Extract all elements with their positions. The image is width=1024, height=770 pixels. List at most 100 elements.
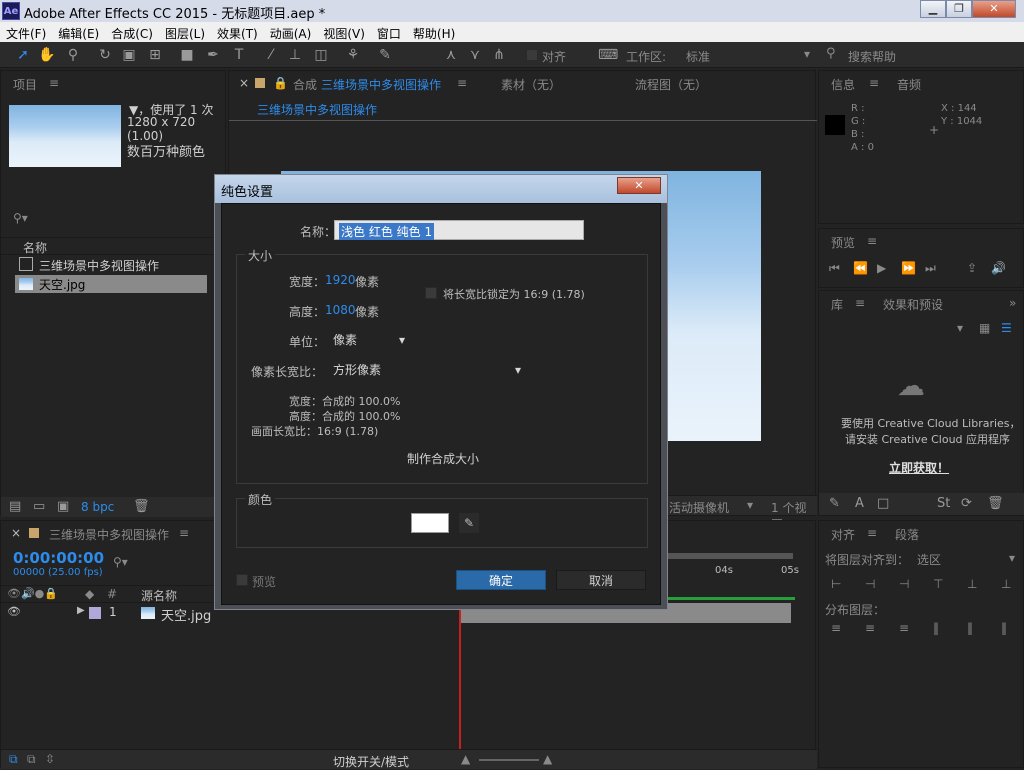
toggle-switches-modes[interactable]: 切换开关/模式 xyxy=(333,753,409,770)
zoom-slider[interactable] xyxy=(479,759,539,761)
project-search-icon[interactable]: ⚲▾ xyxy=(13,211,28,225)
effects-presets-tab[interactable]: 效果和预设 xyxy=(883,296,943,313)
zoom-in-icon[interactable]: ▲ xyxy=(543,752,552,766)
panel-menu-icon[interactable]: ≡ xyxy=(49,76,59,90)
menu-help[interactable]: 帮助(H) xyxy=(413,22,455,42)
menu-animation[interactable]: 动画(A) xyxy=(270,22,312,42)
snap-checkbox[interactable] xyxy=(526,49,538,61)
current-timecode[interactable]: 0:00:00:00 xyxy=(13,549,104,567)
last-frame-icon[interactable]: ⏭ xyxy=(925,261,936,276)
menu-view[interactable]: 视图(V) xyxy=(323,22,365,42)
align-hcenter-icon[interactable]: ⊣ xyxy=(865,577,875,591)
list-view-icon[interactable]: ☰ xyxy=(1001,321,1012,335)
audio-icon[interactable]: 🔊 xyxy=(991,261,1006,275)
shape-tool-icon[interactable]: ■ xyxy=(178,46,196,64)
search-help-input[interactable]: 搜索帮助 xyxy=(848,48,896,65)
lock-aspect-checkbox[interactable] xyxy=(425,287,437,299)
dist-right-icon[interactable]: ‖ xyxy=(1001,621,1007,635)
width-value[interactable]: 1920 xyxy=(325,273,356,287)
comp-tab-name[interactable]: 三维场景中多视图操作 xyxy=(321,76,441,93)
first-frame-icon[interactable]: ⏮ xyxy=(829,261,840,276)
loop-icon[interactable]: ⇪ xyxy=(967,261,977,275)
layer-color-label[interactable] xyxy=(89,607,101,619)
align-top-icon[interactable]: ⊤ xyxy=(933,577,943,591)
panel-overflow-icon[interactable]: » xyxy=(1009,296,1016,310)
roto-brush-tool-icon[interactable]: ⚘ xyxy=(344,46,362,64)
name-input[interactable]: 浅色 红色 纯色 1 xyxy=(334,220,584,240)
dialog-close-button[interactable]: ✕ xyxy=(617,177,661,194)
library-brush-icon[interactable]: ✎ xyxy=(829,496,840,511)
visibility-eye-icon[interactable]: 👁 xyxy=(7,605,21,618)
close-tab-icon[interactable]: × xyxy=(239,76,249,90)
preview-checkbox[interactable] xyxy=(236,574,248,586)
transfer-controls-icon[interactable]: ⇳ xyxy=(45,752,55,766)
align-right-icon[interactable]: ⊣ xyxy=(899,577,909,591)
footage-tab[interactable]: 素材（无） xyxy=(501,76,561,93)
dist-top-icon[interactable]: ≡ xyxy=(831,621,841,635)
align-to-dropdown[interactable]: 选区 xyxy=(917,551,941,568)
menu-effect[interactable]: 效果(T) xyxy=(217,22,258,42)
zoom-tool-icon[interactable]: ⚲ xyxy=(64,46,82,64)
clone-stamp-tool-icon[interactable]: ⊥ xyxy=(286,46,304,64)
active-camera-dropdown[interactable]: 活动摄像机 xyxy=(669,499,729,516)
make-comp-size-button[interactable]: 制作合成大小 xyxy=(397,449,489,471)
library-text-icon[interactable]: A xyxy=(855,496,864,511)
menu-layer[interactable]: 图层(L) xyxy=(165,22,205,42)
panel-menu-icon[interactable]: ≡ xyxy=(867,526,877,540)
close-tab-icon[interactable]: × xyxy=(11,526,21,540)
library-dropdown-arrow-icon[interactable]: ▾ xyxy=(957,321,963,335)
comp-breadcrumb[interactable]: 三维场景中多视图操作 xyxy=(257,101,377,118)
dist-left-icon[interactable]: ‖ xyxy=(933,621,939,635)
workspace-dropdown[interactable]: 标准 xyxy=(686,48,710,65)
text-tool-icon[interactable]: T xyxy=(230,46,248,64)
project-item-image[interactable]: 天空.jpg xyxy=(15,275,207,293)
project-panel-title[interactable]: 项目 xyxy=(13,76,37,93)
timeline-search-icon[interactable]: ⚲▾ xyxy=(113,555,128,569)
project-item-comp[interactable]: 三维场景中多视图操作 xyxy=(1,255,227,275)
hand-tool-icon[interactable]: ✋ xyxy=(38,46,56,64)
minimize-button[interactable]: ▁ xyxy=(920,0,946,18)
close-button[interactable]: ✕ xyxy=(972,0,1016,18)
layer-name[interactable]: 天空.jpg xyxy=(161,605,211,624)
flowchart-tab[interactable]: 流程图（无） xyxy=(635,76,707,93)
dist-hcenter-icon[interactable]: ‖ xyxy=(967,621,973,635)
lock-icon[interactable]: 🔒 xyxy=(273,76,288,90)
panel-menu-icon[interactable]: ≡ xyxy=(457,76,467,90)
expand-triangle-icon[interactable]: ▶ xyxy=(77,605,85,616)
playhead[interactable] xyxy=(459,603,461,753)
column-source-name[interactable]: 源名称 xyxy=(141,587,177,604)
menu-window[interactable]: 窗口 xyxy=(377,22,401,42)
work-area-bar[interactable] xyxy=(665,553,793,559)
align-left-icon[interactable]: ⊢ xyxy=(831,577,841,591)
pan-behind-tool-icon[interactable]: ⊞ xyxy=(146,46,164,64)
ok-button[interactable]: 确定 xyxy=(456,570,546,590)
view-axis-icon[interactable]: ⋔ xyxy=(490,46,508,64)
menu-file[interactable]: 文件(F) xyxy=(6,22,46,42)
panel-menu-icon[interactable]: ≡ xyxy=(869,76,879,90)
world-axis-icon[interactable]: ⋎ xyxy=(466,46,484,64)
align-tab[interactable]: 对齐 xyxy=(831,526,855,543)
align-bottom-icon[interactable]: ⊥ xyxy=(1001,577,1011,591)
cancel-button[interactable]: 取消 xyxy=(556,570,646,590)
menu-edit[interactable]: 编辑(E) xyxy=(58,22,99,42)
new-comp-icon[interactable]: ▣ xyxy=(57,499,69,514)
preview-tab[interactable]: 预览 xyxy=(831,234,855,251)
panel-menu-icon[interactable]: ≡ xyxy=(179,526,189,540)
timeline-comp-tab[interactable]: 三维场景中多视图操作 xyxy=(49,526,169,543)
brush-tool-icon[interactable]: ⁄ xyxy=(262,46,280,64)
dist-bottom-icon[interactable]: ≡ xyxy=(899,621,909,635)
align-vcenter-icon[interactable]: ⊥ xyxy=(967,577,977,591)
play-icon[interactable]: ▶ xyxy=(877,261,886,275)
library-graphic-icon[interactable]: □ xyxy=(877,496,889,511)
new-folder-icon[interactable]: ▭ xyxy=(33,499,45,514)
dist-vcenter-icon[interactable]: ≡ xyxy=(865,621,875,635)
unit-dropdown[interactable]: 像素 ▾ xyxy=(329,330,413,350)
interpret-footage-icon[interactable]: ▤ xyxy=(9,499,21,514)
next-frame-icon[interactable]: ⏩ xyxy=(901,261,916,275)
restore-button[interactable]: ❐ xyxy=(946,0,972,18)
pixel-aspect-dropdown[interactable]: 方形像素 ▾ xyxy=(329,360,529,380)
audio-tab[interactable]: 音频 xyxy=(897,76,921,93)
puppet-tool-icon[interactable]: ✎ xyxy=(376,46,394,64)
zoom-out-icon[interactable]: ▲ xyxy=(461,752,470,766)
library-trash-icon[interactable]: 🗑 xyxy=(987,496,1004,511)
